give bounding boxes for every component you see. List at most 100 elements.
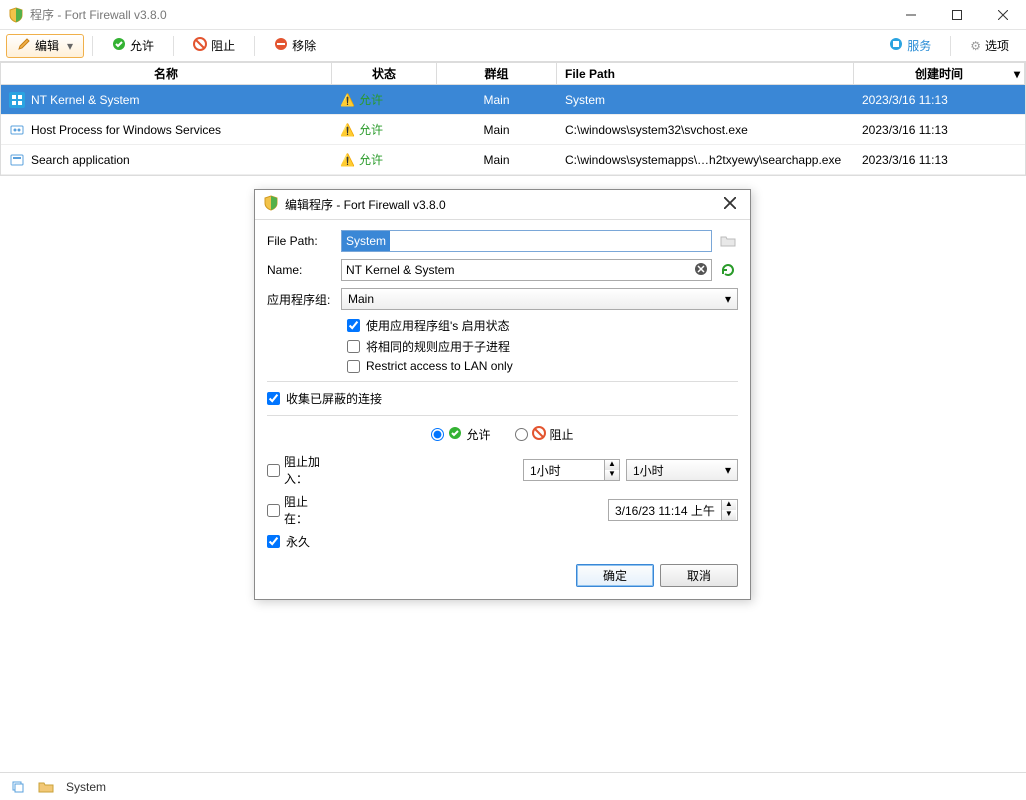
folder-icon[interactable]	[38, 779, 54, 795]
table-row[interactable]: NT Kernel & System ⚠️ 允许 Main System 2023…	[1, 85, 1025, 115]
maximize-button[interactable]	[934, 0, 980, 30]
edit-program-dialog: 编辑程序 - Fort Firewall v3.8.0 File Path: N…	[254, 189, 751, 600]
block-at-datetime[interactable]: 3/16/23 11:14 上午▲▼	[608, 499, 738, 521]
app-icon	[263, 195, 279, 214]
block-button[interactable]: 阻止	[182, 34, 246, 58]
col-group[interactable]: 群组	[437, 63, 557, 84]
pencil-icon	[17, 37, 31, 54]
ok-button[interactable]: 确定	[576, 564, 654, 587]
block-at-label: 阻止在：	[284, 493, 329, 527]
row-group: Main	[483, 153, 509, 167]
app-row-icon	[9, 92, 25, 108]
col-filepath[interactable]: File Path	[557, 63, 854, 84]
sort-desc-icon: ▾	[1014, 67, 1020, 81]
row-status: 允许	[359, 121, 383, 138]
apps-table: 名称 状态 群组 File Path 创建时间▾ NT Kernel & Sys…	[0, 62, 1026, 176]
filepath-label: File Path:	[267, 234, 335, 248]
row-group: Main	[483, 123, 509, 137]
row-path: C:\windows\system32\svchost.exe	[565, 123, 748, 137]
row-name: Host Process for Windows Services	[31, 123, 221, 137]
browse-folder-icon[interactable]	[718, 231, 738, 251]
row-name: Search application	[31, 153, 130, 167]
row-name: NT Kernel & System	[31, 93, 139, 107]
row-path: C:\windows\systemapps\…h2txyewy\searchap…	[565, 153, 841, 167]
col-name[interactable]: 名称	[1, 63, 332, 84]
lan-only-label: Restrict access to LAN only	[366, 359, 513, 373]
name-input[interactable]	[341, 259, 712, 281]
minus-circle-icon	[274, 37, 288, 54]
chevron-down-icon: ▾	[67, 39, 73, 53]
spin-down-icon[interactable]: ▼	[605, 470, 619, 480]
close-button[interactable]	[980, 0, 1026, 30]
refresh-icon[interactable]	[718, 260, 738, 280]
block-radio[interactable]	[515, 428, 528, 441]
chevron-down-icon: ▾	[725, 463, 731, 477]
row-status: 允许	[359, 91, 383, 108]
forever-checkbox[interactable]	[267, 535, 280, 548]
block-circle-icon	[532, 426, 546, 443]
chevron-down-icon: ▾	[725, 292, 731, 306]
row-ctime: 2023/3/16 11:13	[862, 123, 948, 137]
col-status[interactable]: 状态	[332, 63, 437, 84]
collect-blocked-checkbox[interactable]	[267, 392, 280, 405]
warning-icon: ⚠️	[340, 93, 355, 107]
appgroup-label: 应用程序组:	[267, 291, 335, 308]
gear-icon: ⚙	[970, 39, 981, 53]
collect-blocked-label: 收集已屏蔽的连接	[286, 390, 382, 407]
edit-label: 编辑	[35, 37, 59, 54]
block-at-checkbox[interactable]	[267, 504, 280, 517]
check-circle-icon	[112, 37, 126, 54]
services-label: 服务	[907, 37, 931, 54]
use-group-state-label: 使用应用程序组's 启用状态	[366, 317, 510, 334]
options-label: 选项	[985, 37, 1009, 54]
remove-label: 移除	[292, 37, 316, 54]
titlebar: 程序 - Fort Firewall v3.8.0	[0, 0, 1026, 30]
warning-icon: ⚠️	[340, 123, 355, 137]
table-row[interactable]: Search application ⚠️ 允许 Main C:\windows\…	[1, 145, 1025, 175]
forever-label: 永久	[286, 533, 310, 550]
options-button[interactable]: ⚙ 选项	[959, 34, 1020, 58]
allow-radio-label[interactable]: 允许	[431, 426, 490, 443]
block-circle-icon	[193, 37, 207, 54]
statusbar: System	[0, 772, 1026, 800]
services-icon	[889, 37, 903, 54]
block-in-combo[interactable]: 1小时▾	[626, 459, 738, 481]
remove-button[interactable]: 移除	[263, 34, 327, 58]
dialog-titlebar: 编辑程序 - Fort Firewall v3.8.0	[255, 190, 750, 220]
status-path: System	[66, 780, 106, 794]
toolbar: 编辑 ▾ 允许 阻止 移除 服务 ⚙ 选项	[0, 30, 1026, 62]
app-row-icon	[9, 152, 25, 168]
copy-icon[interactable]	[10, 779, 26, 795]
clear-name-icon[interactable]	[694, 262, 708, 279]
edit-button[interactable]: 编辑 ▾	[6, 34, 84, 58]
table-row[interactable]: Host Process for Windows Services ⚠️ 允许 M…	[1, 115, 1025, 145]
warning-icon: ⚠️	[340, 153, 355, 167]
block-radio-label[interactable]: 阻止	[515, 426, 574, 443]
block-in-checkbox[interactable]	[267, 464, 280, 477]
allow-label: 允许	[130, 37, 154, 54]
appgroup-select[interactable]: Main ▾	[341, 288, 738, 310]
app-icon	[8, 7, 24, 23]
allow-radio[interactable]	[431, 428, 444, 441]
block-label: 阻止	[211, 37, 235, 54]
lan-only-checkbox[interactable]	[347, 360, 360, 373]
row-status: 允许	[359, 151, 383, 168]
apply-children-checkbox[interactable]	[347, 340, 360, 353]
block-in-spin[interactable]: 1小时▲▼	[523, 459, 620, 481]
use-group-state-checkbox[interactable]	[347, 319, 360, 332]
minimize-button[interactable]	[888, 0, 934, 30]
col-ctime[interactable]: 创建时间▾	[854, 63, 1025, 84]
cancel-button[interactable]: 取消	[660, 564, 738, 587]
window-title: 程序 - Fort Firewall v3.8.0	[30, 6, 888, 23]
row-ctime: 2023/3/16 11:13	[862, 93, 948, 107]
dialog-title: 编辑程序 - Fort Firewall v3.8.0	[285, 196, 718, 213]
allow-button[interactable]: 允许	[101, 34, 165, 58]
table-header: 名称 状态 群组 File Path 创建时间▾	[1, 63, 1025, 85]
row-path: System	[565, 93, 605, 107]
filepath-input[interactable]	[341, 230, 712, 252]
services-button[interactable]: 服务	[878, 34, 942, 58]
app-row-icon	[9, 122, 25, 138]
row-group: Main	[483, 93, 509, 107]
dialog-close-button[interactable]	[718, 197, 742, 212]
spin-down-icon[interactable]: ▼	[722, 510, 736, 520]
